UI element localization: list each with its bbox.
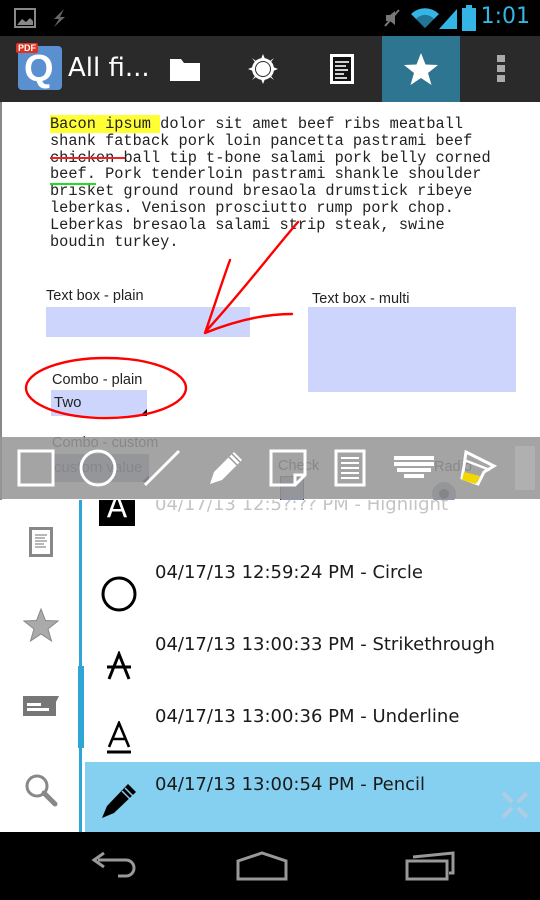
text-line: dolor sit amet beef ribs meatball bbox=[160, 115, 464, 133]
annotation-label: 04/17/13 13:00:36 PM - Underline bbox=[155, 706, 460, 727]
annotation-label: 04/17/13 12:5?:?? PM - Highlight bbox=[155, 500, 449, 515]
wifi-icon bbox=[411, 8, 439, 28]
text-line: shank fatback pork loin pancetta pastram… bbox=[50, 131, 473, 150]
annotation-label: 04/17/13 13:00:33 PM - Strikethrough bbox=[155, 634, 495, 655]
home-button[interactable] bbox=[212, 832, 312, 900]
text-box-multi-label: Text box - multi bbox=[312, 291, 410, 307]
favorites-button[interactable] bbox=[382, 36, 460, 102]
star-icon bbox=[23, 608, 59, 642]
file-title[interactable]: All fi... bbox=[68, 53, 150, 83]
dropdown-arrow-icon bbox=[140, 409, 147, 416]
back-button[interactable] bbox=[62, 832, 162, 900]
pencil-icon bbox=[99, 780, 139, 820]
annotation-label: 04/17/13 13:00:54 PM - Pencil bbox=[155, 774, 426, 795]
gear-icon bbox=[248, 54, 278, 84]
annotation-row-highlight[interactable]: A 04/17/13 12:5?:?? PM - Highlight bbox=[85, 500, 540, 554]
recents-button[interactable] bbox=[380, 832, 480, 900]
folder-icon bbox=[170, 59, 200, 81]
combo-plain-label: Combo - plain bbox=[52, 372, 143, 388]
status-bar: 1:01 bbox=[0, 0, 540, 36]
document-icon bbox=[330, 54, 354, 84]
text-box-plain-field[interactable] bbox=[46, 307, 250, 337]
overflow-menu-icon bbox=[497, 55, 505, 82]
annotation-toolbar bbox=[0, 437, 540, 499]
text-box-plain-label: Text box - plain bbox=[46, 288, 144, 304]
flash-notification-icon bbox=[54, 9, 65, 27]
highlighter-tool-button[interactable] bbox=[446, 437, 506, 499]
annotations-list: A 04/17/13 12:5?:?? PM - Highlight 04/17… bbox=[85, 500, 540, 832]
home-icon bbox=[236, 851, 288, 881]
expand-button[interactable] bbox=[500, 790, 530, 820]
sticky-note-icon bbox=[269, 449, 307, 487]
recents-icon bbox=[405, 851, 455, 881]
circle-icon bbox=[79, 449, 117, 487]
back-icon bbox=[91, 851, 136, 878]
strikethrough-icon bbox=[99, 646, 139, 686]
circle-icon bbox=[99, 574, 139, 614]
sidebar-item-annotations[interactable] bbox=[0, 666, 82, 746]
annotation-row-underline[interactable]: 04/17/13 13:00:36 PM - Underline bbox=[85, 694, 540, 766]
annotation-row-circle[interactable]: 04/17/13 12:59:24 PM - Circle bbox=[85, 550, 540, 622]
signal-icon bbox=[439, 9, 457, 29]
text-line: boudin turkey. bbox=[50, 232, 179, 251]
comment-icon bbox=[23, 696, 59, 716]
underlined-text[interactable]: beef. bbox=[50, 165, 96, 183]
annotation-row-pencil[interactable]: 04/17/13 13:00:54 PM - Pencil bbox=[85, 762, 540, 832]
more-tools-button[interactable] bbox=[510, 437, 540, 499]
text-line: Leberkas bresaola salami strip steak, sw… bbox=[50, 215, 445, 234]
text-line: Pork tenderloin pastrami shankle shoulde… bbox=[95, 165, 482, 184]
text-lines-icon bbox=[334, 449, 366, 487]
combo-plain-value: Two bbox=[54, 394, 82, 411]
underline-icon bbox=[99, 718, 139, 758]
keyboard-tool-button[interactable] bbox=[384, 437, 444, 499]
sidebar-item-bookmarks[interactable] bbox=[0, 585, 82, 665]
action-bar: Q PDF All fi... bbox=[0, 36, 540, 102]
battery-icon bbox=[462, 5, 476, 31]
text-box-multi-field[interactable] bbox=[308, 307, 516, 392]
sidebar-item-outline[interactable] bbox=[0, 502, 82, 582]
highlighted-text[interactable]: Bacon ipsum bbox=[50, 115, 161, 133]
document-paragraph[interactable]: Bacon ipsum dolor sit amet beef ribs mea… bbox=[50, 115, 530, 251]
combo-plain-field[interactable]: Two bbox=[51, 390, 147, 416]
document-button[interactable] bbox=[303, 36, 381, 102]
pdf-badge: PDF bbox=[16, 43, 38, 53]
text-tool-button[interactable] bbox=[320, 437, 380, 499]
annotation-label: 04/17/13 12:59:24 PM - Circle bbox=[155, 562, 423, 583]
text-line: brisket ground round bresaola drumstick … bbox=[50, 182, 473, 201]
app-icon[interactable]: Q PDF bbox=[16, 43, 62, 90]
line-icon bbox=[143, 449, 181, 487]
outline-icon bbox=[29, 527, 53, 557]
strikethrough-text[interactable]: chicken bbox=[50, 149, 123, 167]
highlighter-icon bbox=[460, 449, 498, 486]
text-line: ball tip t-bone salami pork belly corned bbox=[123, 148, 491, 167]
sidebar-item-search[interactable] bbox=[0, 750, 82, 830]
pencil-icon bbox=[210, 452, 242, 484]
rectangle-tool-button[interactable] bbox=[6, 437, 66, 499]
panel-sidebar bbox=[0, 500, 82, 832]
line-tool-button[interactable] bbox=[132, 437, 192, 499]
app-icon-letter: Q bbox=[24, 48, 54, 90]
overflow-menu-button[interactable] bbox=[462, 36, 540, 102]
highlight-a-icon: A bbox=[99, 500, 135, 526]
expand-icon bbox=[501, 791, 529, 819]
folder-button[interactable] bbox=[146, 36, 224, 102]
annotation-row-strikethrough[interactable]: 04/17/13 13:00:33 PM - Strikethrough bbox=[85, 622, 540, 694]
text-line: leberkas. Venison prosciutto rump pork c… bbox=[50, 198, 454, 217]
sidebar-selection-indicator bbox=[78, 666, 84, 748]
settings-button[interactable] bbox=[224, 36, 302, 102]
square-icon bbox=[17, 449, 55, 487]
image-notification-icon bbox=[14, 8, 36, 28]
pencil-tool-button[interactable] bbox=[196, 437, 256, 499]
mute-icon bbox=[384, 9, 400, 27]
star-icon bbox=[404, 53, 438, 85]
clock: 1:01 bbox=[480, 4, 530, 29]
note-tool-button[interactable] bbox=[258, 437, 318, 499]
navigation-bar bbox=[0, 832, 540, 900]
text-tool-icon bbox=[515, 446, 535, 490]
search-icon bbox=[25, 774, 58, 807]
keyboard-icon bbox=[394, 456, 434, 478]
circle-tool-button[interactable] bbox=[68, 437, 128, 499]
annotation-panel: A 04/17/13 12:5?:?? PM - Highlight 04/17… bbox=[0, 500, 540, 832]
